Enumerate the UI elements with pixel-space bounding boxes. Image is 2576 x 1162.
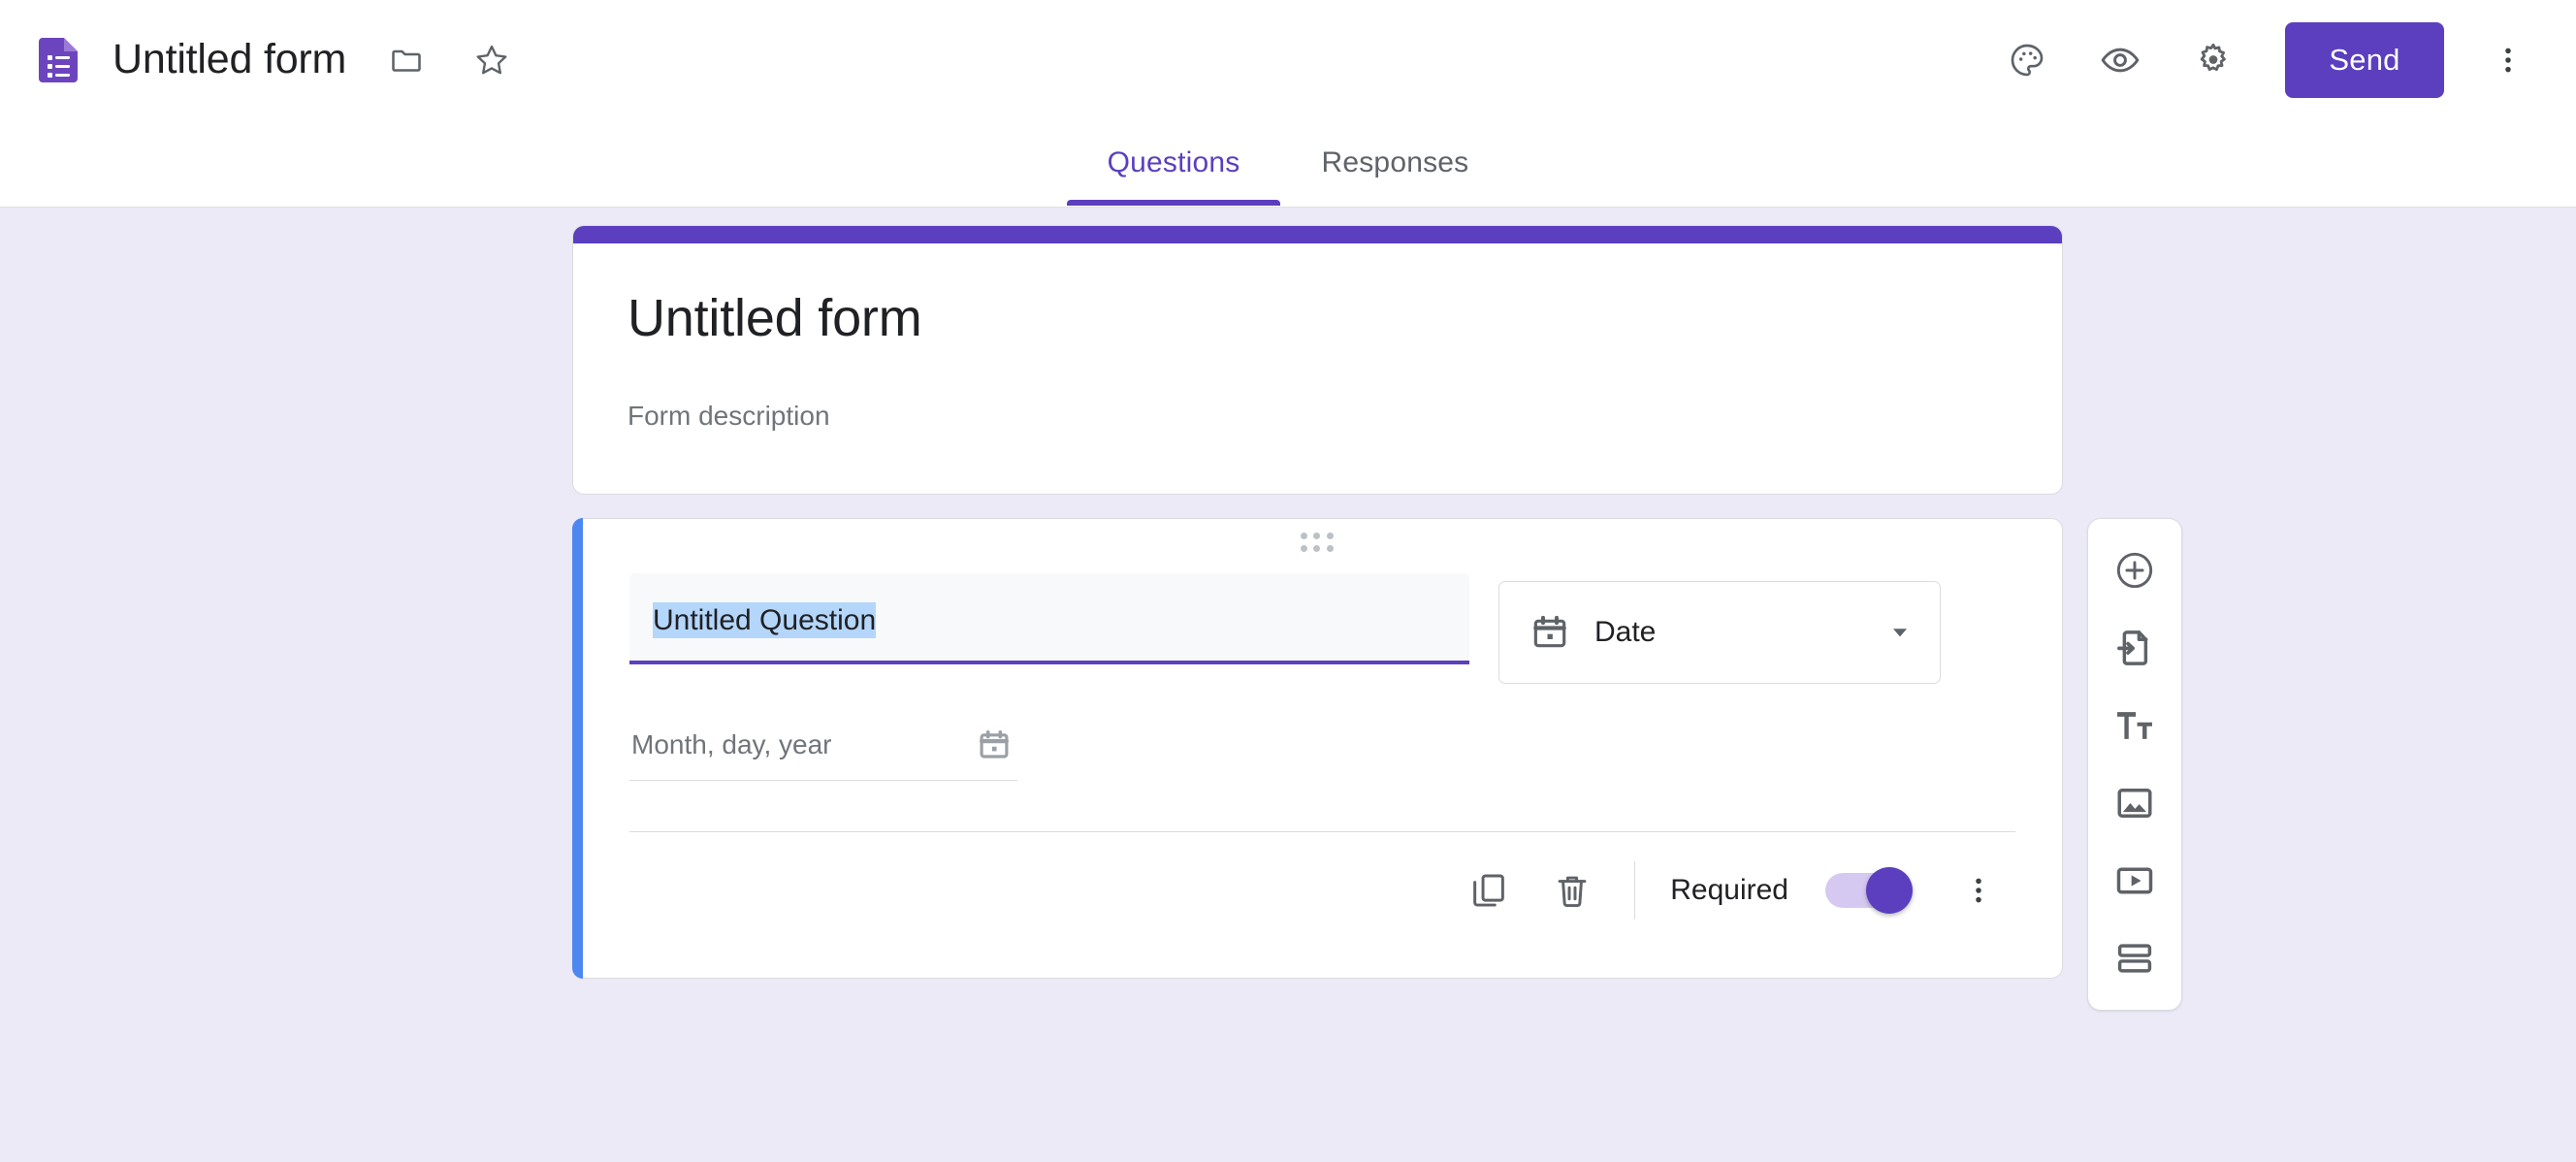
question-type-select[interactable]: Date bbox=[1498, 581, 1941, 684]
import-questions-button[interactable] bbox=[2096, 614, 2174, 682]
add-video-icon bbox=[2113, 859, 2156, 902]
date-answer-preview: Month, day, year bbox=[629, 709, 1017, 781]
duplicate-question-button[interactable] bbox=[1452, 854, 1526, 927]
add-image-icon bbox=[2113, 782, 2156, 824]
add-title-description-icon bbox=[2113, 704, 2156, 747]
top-app-bar: Untitled form Send bbox=[0, 0, 2576, 120]
customize-theme-button[interactable] bbox=[1992, 25, 2062, 95]
question-footer-toolbar: Required bbox=[629, 832, 2015, 952]
add-image-button[interactable] bbox=[2096, 769, 2174, 837]
send-button[interactable]: Send bbox=[2285, 22, 2444, 98]
calendar-icon bbox=[977, 727, 1012, 762]
form-header-body: Untitled form Form description bbox=[573, 243, 2062, 494]
more-vertical-icon bbox=[2492, 44, 2525, 77]
question-card[interactable]: Untitled Question Date Month, day, year … bbox=[572, 518, 2063, 979]
document-title[interactable]: Untitled form bbox=[113, 38, 346, 82]
question-title-input[interactable]: Untitled Question bbox=[629, 573, 1469, 664]
add-question-button[interactable] bbox=[2096, 536, 2174, 604]
date-placeholder-text: Month, day, year bbox=[631, 728, 832, 759]
folder-icon bbox=[389, 43, 424, 78]
title-actions bbox=[371, 25, 527, 95]
chevron-down-icon bbox=[1887, 620, 1913, 645]
trash-icon bbox=[1552, 870, 1593, 911]
add-title-and-description-button[interactable] bbox=[2096, 692, 2174, 759]
delete-question-button[interactable] bbox=[1535, 854, 1609, 927]
add-section-icon bbox=[2113, 937, 2156, 980]
add-question-icon bbox=[2113, 549, 2156, 592]
import-questions-icon bbox=[2113, 627, 2156, 669]
question-more-options-button[interactable] bbox=[1942, 854, 2015, 927]
form-header-card[interactable]: Untitled form Form description bbox=[572, 225, 2063, 496]
form-title[interactable]: Untitled form bbox=[628, 288, 2008, 362]
star-icon bbox=[473, 42, 510, 79]
google-forms-icon[interactable] bbox=[39, 38, 78, 82]
tab-questions[interactable]: Questions bbox=[1066, 120, 1281, 206]
question-type-label: Date bbox=[1594, 616, 1657, 648]
add-section-button[interactable] bbox=[2096, 924, 2174, 992]
appbar-actions: Send bbox=[1992, 22, 2543, 98]
question-title-text: Untitled Question bbox=[653, 602, 877, 638]
eye-icon bbox=[2100, 40, 2141, 81]
tab-responses[interactable]: Responses bbox=[1280, 120, 1509, 206]
preview-button[interactable] bbox=[2085, 25, 2155, 95]
calendar-icon bbox=[1530, 613, 1569, 652]
more-vertical-icon bbox=[1962, 874, 1995, 907]
add-item-toolbar bbox=[2087, 518, 2182, 1011]
star-button[interactable] bbox=[457, 25, 527, 95]
gear-icon bbox=[2194, 41, 2233, 80]
toggle-knob bbox=[1866, 867, 1913, 914]
footer-divider bbox=[1634, 861, 1636, 920]
move-to-folder-button[interactable] bbox=[371, 25, 441, 95]
tab-bar: Questions Responses bbox=[0, 120, 2576, 208]
add-video-button[interactable] bbox=[2096, 847, 2174, 915]
copy-icon bbox=[1468, 870, 1509, 911]
required-toggle[interactable] bbox=[1825, 867, 1913, 914]
question-card-inner: Untitled Question Date Month, day, year … bbox=[573, 519, 2062, 978]
question-top-row: Untitled Question Date bbox=[629, 573, 2015, 684]
form-description[interactable]: Form description bbox=[628, 399, 2008, 439]
required-label: Required bbox=[1670, 874, 1788, 906]
drag-handle-icon[interactable] bbox=[1300, 533, 1336, 552]
palette-icon bbox=[2008, 41, 2046, 80]
settings-button[interactable] bbox=[2178, 25, 2248, 95]
more-options-button[interactable] bbox=[2473, 25, 2543, 95]
form-canvas: Untitled form Form description Untitled … bbox=[0, 208, 2576, 1162]
form-theme-stripe bbox=[573, 226, 2062, 243]
